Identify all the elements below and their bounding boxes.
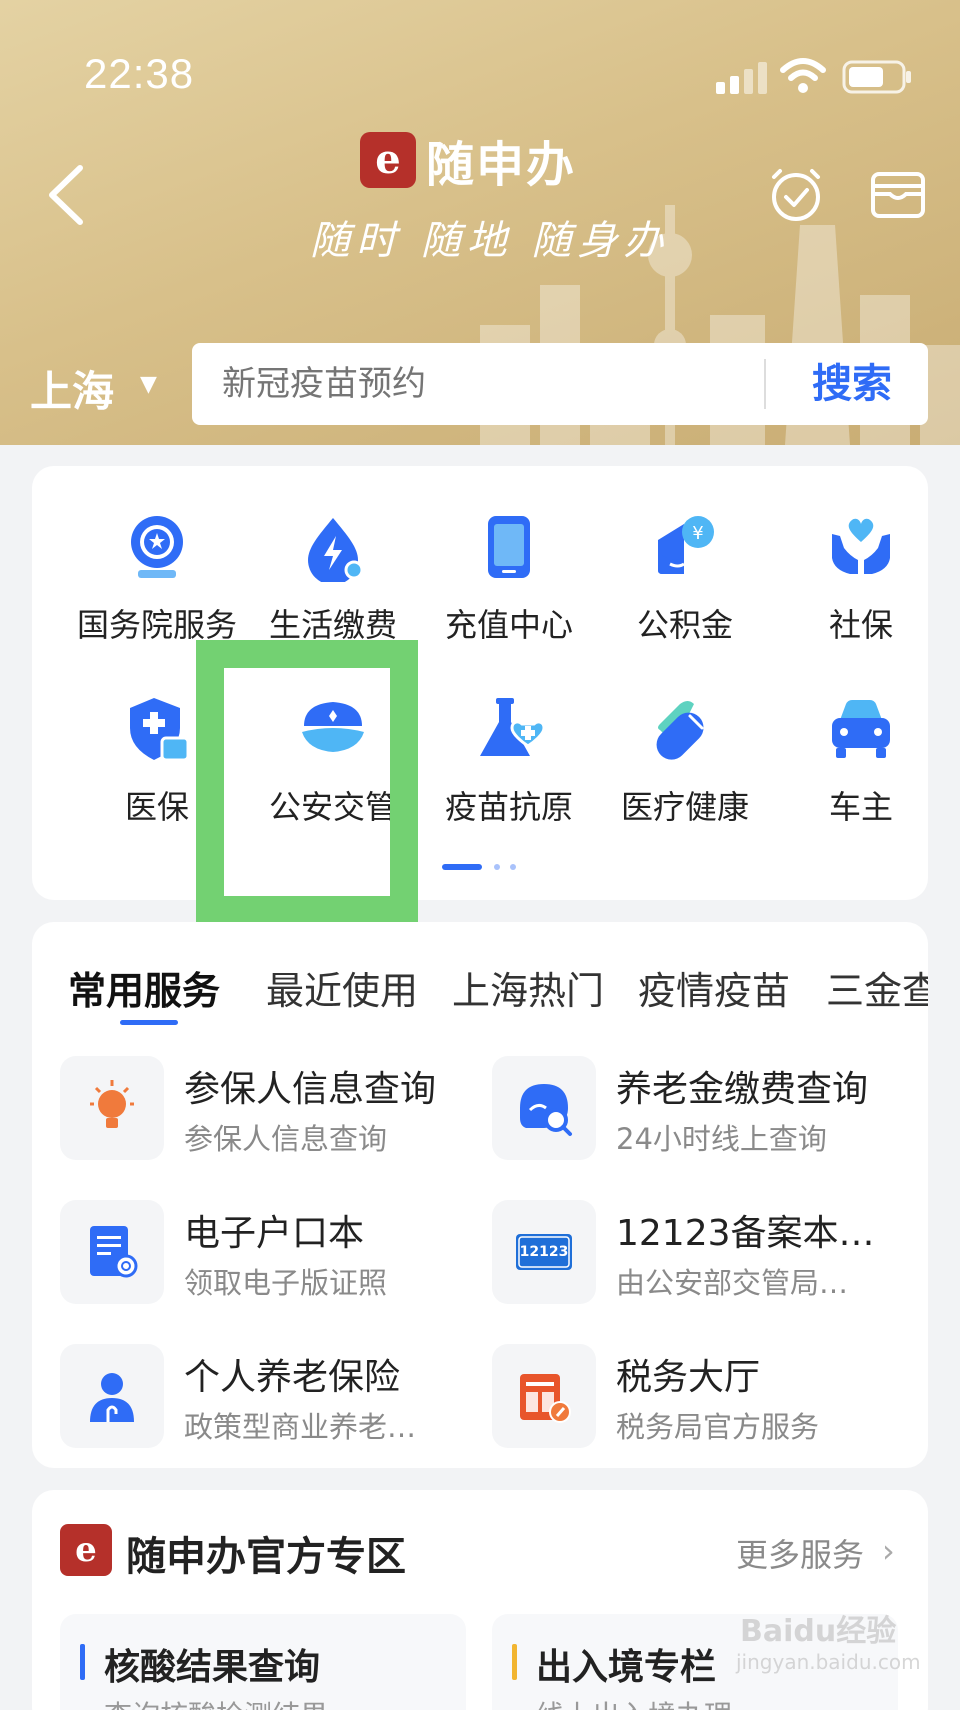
service-icon-tile [60, 1200, 164, 1304]
service-icon-tile [60, 1056, 164, 1160]
watermark-brand: Baidu经验 [740, 1614, 897, 1649]
zone-item-title: 核酸结果查询 [104, 1647, 321, 1688]
grid-label: 车主 [828, 788, 893, 826]
tax-icon [520, 1374, 571, 1423]
service-title: 税务大厅 [616, 1357, 761, 1398]
grid-label: 疫苗抗原 [444, 788, 573, 826]
service-item[interactable]: 税务大厅 税务局官方服务 [492, 1344, 912, 1448]
accent-bar [80, 1644, 85, 1680]
state-council-icon [131, 516, 183, 578]
zone-item-title: 出入境专栏 [536, 1647, 717, 1688]
status-time: 22:38 [84, 50, 195, 97]
city-selector[interactable]: 上海 [30, 358, 114, 419]
grid-item-recharge[interactable]: 充值中心 [421, 512, 597, 662]
zone-item-subtitle: 查询核酸检测结果 [104, 1694, 328, 1710]
grid-item-healthcare[interactable]: 医疗健康 [597, 694, 773, 844]
zone-title: 随申办官方专区 [126, 1534, 406, 1580]
official-zone-card: e 随申办官方专区 更多服务 › 核酸结果查询 查询核酸检测结果 出入境专栏 线… [32, 1490, 928, 1710]
fund-icon: ¥ [658, 516, 714, 574]
grid-label: 充值中心 [444, 606, 573, 644]
service-subtitle: 由公安部交管局… [616, 1266, 849, 1300]
grid-label: 医疗健康 [620, 788, 749, 826]
grid-item-car-owner[interactable]: 车主 [773, 694, 949, 844]
medical-shield-icon [130, 698, 190, 762]
search-input[interactable] [222, 343, 742, 425]
service-title: 个人养老保险 [184, 1357, 401, 1398]
grid-item-housing-fund[interactable]: ¥ 公积金 [597, 512, 773, 662]
tab-epidemic-vaccine[interactable]: 疫情疫苗 [638, 960, 790, 1015]
search-button[interactable]: 搜索 [782, 343, 922, 425]
service-item[interactable]: 12123 12123备案本… 由公安部交管局… [492, 1200, 912, 1304]
tab-recent[interactable]: 最近使用 [266, 960, 418, 1015]
flask-icon [480, 698, 544, 756]
header-banner: 22:38 e 随申办 随时 随地 随身办 上海 ▼ 新冠疫苗预约 搜索 [0, 0, 960, 445]
service-icon-tile [492, 1344, 596, 1448]
active-tab-underline [120, 1020, 178, 1025]
tab-shanghai-hot[interactable]: 上海热门 [452, 960, 604, 1015]
service-item[interactable]: 养老金缴费查询 24小时线上查询 [492, 1056, 912, 1160]
battery-icon [842, 60, 911, 94]
service-subtitle: 24小时线上查询 [616, 1122, 827, 1156]
service-icon-tile [492, 1056, 596, 1160]
grid-label: 公积金 [636, 606, 733, 644]
back-button[interactable] [40, 160, 100, 230]
service-icon-tile [60, 1344, 164, 1448]
bolt-drop-icon [308, 518, 364, 582]
svg-text:¥: ¥ [692, 523, 703, 544]
page-indicator-active [442, 864, 482, 870]
wifi-icon [780, 58, 826, 93]
bulb-icon [90, 1080, 134, 1128]
zone-item-subtitle: 线上出入境办理 [536, 1694, 732, 1710]
heart-hands-icon [832, 518, 890, 574]
service-subtitle: 领取电子版证照 [184, 1266, 388, 1300]
logo-mark-icon: e [360, 132, 416, 188]
chevron-right-icon[interactable]: › [882, 1532, 895, 1570]
grid-item-social-security[interactable]: 社保 [773, 512, 949, 662]
page-indicator-dot [494, 864, 500, 870]
services-card: 常用服务 最近使用 上海热门 疫情疫苗 三金查询 参保人信息查询 参保人信息查询 [32, 922, 928, 1468]
accent-bar [512, 1644, 517, 1680]
tab-common-services[interactable]: 常用服务 [68, 960, 220, 1015]
service-icon-tile: 12123 [492, 1200, 596, 1304]
service-item[interactable]: 参保人信息查询 参保人信息查询 [60, 1056, 480, 1160]
app-name: 随申办 [426, 137, 577, 193]
service-title: 养老金缴费查询 [616, 1069, 869, 1110]
service-title: 电子户口本 [184, 1213, 365, 1254]
highlight-box [196, 640, 418, 924]
service-grid-card: 国务院服务 生活缴费 充值中心 ¥ 公积金 社保 医保 公安交管 疫苗抗原 医疗… [32, 466, 928, 900]
grid-label: 社保 [828, 606, 893, 644]
car-icon [832, 700, 890, 758]
tab-three-funds[interactable]: 三金查询 [826, 960, 928, 1015]
12123-icon-text: 12123 [520, 1244, 569, 1260]
search-divider [764, 359, 766, 409]
pension-search-icon [520, 1084, 572, 1136]
service-title: 参保人信息查询 [184, 1069, 437, 1110]
person-icon [90, 1373, 134, 1422]
search-bar: 搜索 [192, 343, 928, 425]
zone-logo-icon: e [60, 1524, 112, 1576]
app-logo: e 随申办 [360, 130, 600, 193]
service-subtitle: 参保人信息查询 [184, 1122, 388, 1156]
slogan: 随时 随地 随身办 [310, 218, 670, 264]
service-subtitle: 税务局官方服务 [616, 1410, 820, 1444]
grid-item-vaccine[interactable]: 疫苗抗原 [421, 694, 597, 844]
12123-icon: 12123 [516, 1234, 572, 1270]
stopwatch-check-icon[interactable] [770, 165, 822, 223]
service-item[interactable]: 个人养老保险 政策型商业养老… [60, 1344, 480, 1448]
card-wallet-icon[interactable] [870, 168, 926, 220]
tablet-icon [488, 516, 530, 578]
cellular-signal-icon [716, 62, 767, 94]
document-search-icon [90, 1226, 138, 1278]
more-services-link[interactable]: 更多服务 [736, 1530, 864, 1576]
service-item[interactable]: 电子户口本 领取电子版证照 [60, 1200, 480, 1304]
pill-icon [656, 701, 704, 760]
watermark-url: jingyan.baidu.com [736, 1650, 921, 1674]
service-title: 12123备案本… [616, 1213, 875, 1254]
service-subtitle: 政策型商业养老… [184, 1410, 417, 1444]
page-indicator-dot [510, 864, 516, 870]
zone-item-nucleic-test[interactable]: 核酸结果查询 查询核酸检测结果 [60, 1614, 466, 1710]
dropdown-caret-icon[interactable]: ▼ [140, 372, 157, 397]
